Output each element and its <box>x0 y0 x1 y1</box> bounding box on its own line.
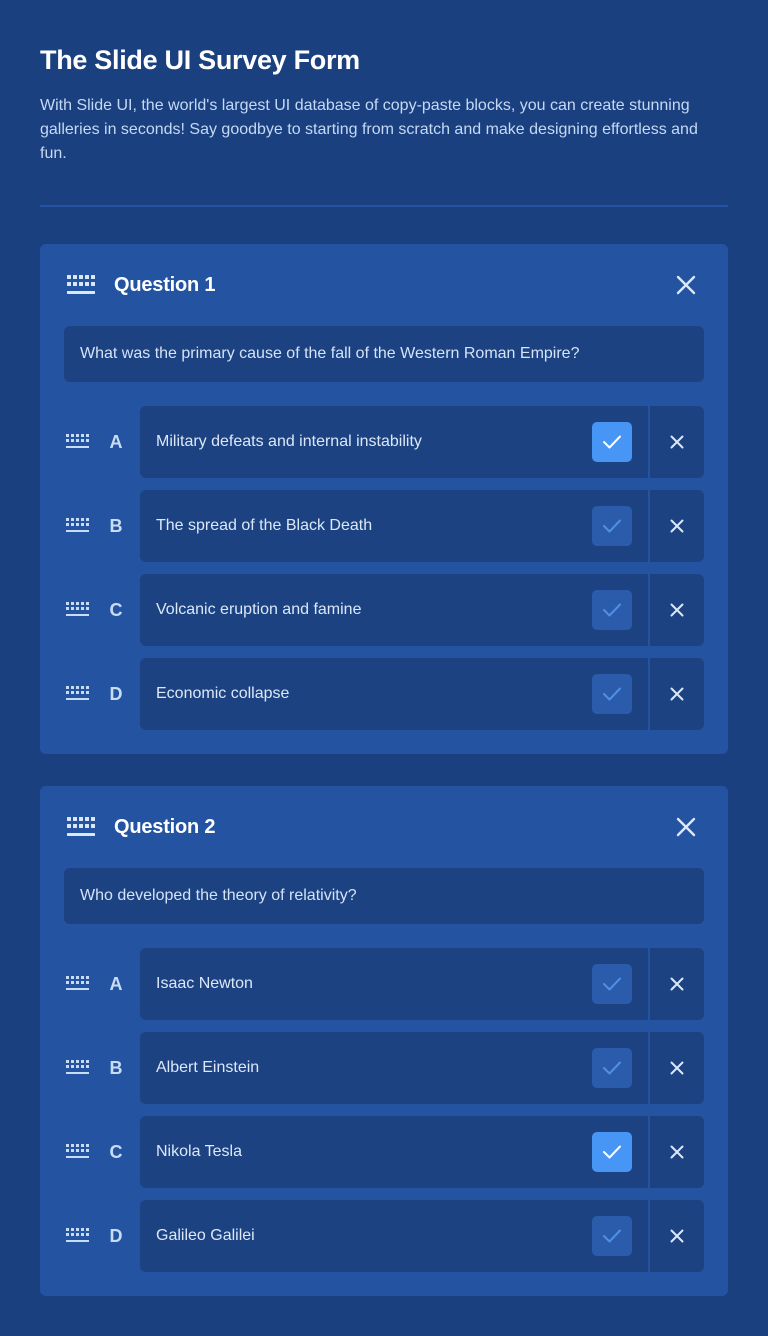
remove-icon[interactable] <box>650 406 704 478</box>
check-icon[interactable] <box>592 964 632 1004</box>
remove-icon[interactable] <box>650 574 704 646</box>
option-field: Isaac Newton <box>140 948 704 1020</box>
question-title: Question 2 <box>114 815 216 838</box>
drag-handle-icon[interactable] <box>66 518 90 534</box>
option-row: C Volcanic eruption and famine <box>64 574 704 646</box>
check-icon[interactable] <box>592 590 632 630</box>
page-title: The Slide UI Survey Form <box>40 45 360 75</box>
option-letter: D <box>109 1225 123 1246</box>
option-letter: D <box>109 683 123 704</box>
option-row: A Military defeats and internal instabil… <box>64 406 704 478</box>
question-input[interactable]: Who developed the theory of relativity? <box>64 868 704 924</box>
option-text[interactable]: The spread of the Black Death <box>140 517 592 535</box>
close-icon[interactable] <box>674 273 698 297</box>
remove-icon[interactable] <box>650 1200 704 1272</box>
option-row: C Nikola Tesla <box>64 1116 704 1188</box>
options-list: A Isaac Newton B Albert Einstein C Nikol… <box>64 948 704 1272</box>
survey-page: The Slide UI Survey Form With Slide UI, … <box>0 0 768 1336</box>
option-field: Economic collapse <box>140 658 704 730</box>
check-icon[interactable] <box>592 506 632 546</box>
option-text[interactable]: Albert Einstein <box>140 1059 592 1077</box>
check-icon[interactable] <box>592 1216 632 1256</box>
drag-handle-icon[interactable] <box>67 816 95 838</box>
option-field: The spread of the Black Death <box>140 490 704 562</box>
option-letter: C <box>109 599 123 620</box>
question-header: Question 2 <box>64 786 704 868</box>
drag-handle-icon[interactable] <box>66 976 90 992</box>
question-header: Question 1 <box>64 244 704 326</box>
question-input[interactable]: What was the primary cause of the fall o… <box>64 326 704 382</box>
check-icon[interactable] <box>592 674 632 714</box>
option-field: Galileo Galilei <box>140 1200 704 1272</box>
option-text[interactable]: Volcanic eruption and famine <box>140 601 592 619</box>
remove-icon[interactable] <box>650 1116 704 1188</box>
option-letter: B <box>109 515 123 536</box>
check-icon[interactable] <box>592 422 632 462</box>
options-list: A Military defeats and internal instabil… <box>64 406 704 730</box>
option-field: Volcanic eruption and famine <box>140 574 704 646</box>
option-text[interactable]: Economic collapse <box>140 685 592 703</box>
option-field: Military defeats and internal instabilit… <box>140 406 704 478</box>
drag-handle-icon[interactable] <box>66 1060 90 1076</box>
question-card-2: Question 2 Who developed the theory of r… <box>40 786 728 1296</box>
option-row: D Galileo Galilei <box>64 1200 704 1272</box>
remove-icon[interactable] <box>650 658 704 730</box>
option-row: B The spread of the Black Death <box>64 490 704 562</box>
option-letter: A <box>109 431 123 452</box>
page-description: With Slide UI, the world's largest UI da… <box>40 97 698 162</box>
drag-handle-icon[interactable] <box>66 1228 90 1244</box>
remove-icon[interactable] <box>650 948 704 1020</box>
option-field: Albert Einstein <box>140 1032 704 1104</box>
option-row: D Economic collapse <box>64 658 704 730</box>
check-icon[interactable] <box>592 1132 632 1172</box>
option-text[interactable]: Nikola Tesla <box>140 1143 592 1161</box>
close-icon[interactable] <box>674 815 698 839</box>
option-row: B Albert Einstein <box>64 1032 704 1104</box>
option-text[interactable]: Galileo Galilei <box>140 1227 592 1245</box>
drag-handle-icon[interactable] <box>66 1144 90 1160</box>
option-letter: C <box>109 1141 123 1162</box>
option-letter: B <box>109 1057 123 1078</box>
drag-handle-icon[interactable] <box>66 434 90 450</box>
option-field: Nikola Tesla <box>140 1116 704 1188</box>
option-letter: A <box>109 973 123 994</box>
option-row: A Isaac Newton <box>64 948 704 1020</box>
question-card-1: Question 1 What was the primary cause of… <box>40 244 728 754</box>
option-text[interactable]: Isaac Newton <box>140 975 592 993</box>
header-divider <box>40 205 728 207</box>
drag-handle-icon[interactable] <box>66 602 90 618</box>
remove-icon[interactable] <box>650 490 704 562</box>
option-text[interactable]: Military defeats and internal instabilit… <box>140 433 592 451</box>
drag-handle-icon[interactable] <box>66 686 90 702</box>
drag-handle-icon[interactable] <box>67 274 95 296</box>
question-title: Question 1 <box>114 273 216 296</box>
check-icon[interactable] <box>592 1048 632 1088</box>
remove-icon[interactable] <box>650 1032 704 1104</box>
